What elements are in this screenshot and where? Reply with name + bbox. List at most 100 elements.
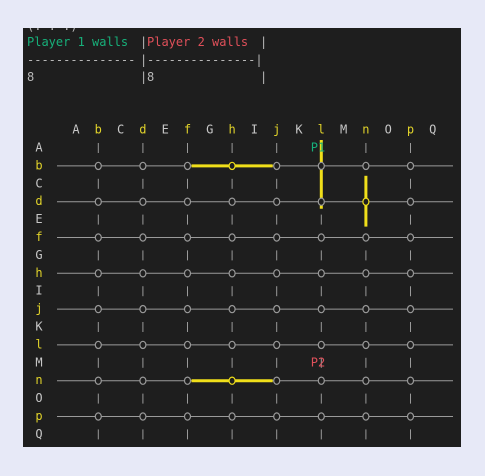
grid-node bbox=[228, 304, 236, 314]
grid-node bbox=[362, 161, 370, 171]
grid-node bbox=[317, 412, 325, 421]
wall-node bbox=[228, 161, 236, 171]
grid-node bbox=[94, 412, 102, 421]
wall-node bbox=[228, 376, 236, 385]
grid-node bbox=[273, 304, 281, 314]
grid-node bbox=[406, 269, 415, 278]
grid-node bbox=[183, 269, 192, 278]
grid-node bbox=[273, 233, 281, 242]
grid-node bbox=[273, 376, 281, 385]
grid-node bbox=[317, 197, 325, 206]
row-label: b bbox=[35, 158, 42, 172]
row-label: I bbox=[35, 284, 42, 298]
column-label: l bbox=[318, 123, 325, 137]
grid-node bbox=[273, 161, 281, 171]
row-label: G bbox=[35, 248, 42, 262]
grid-node bbox=[317, 269, 325, 278]
row-label: n bbox=[35, 373, 42, 387]
grid-node bbox=[406, 161, 415, 171]
grid-node bbox=[406, 376, 415, 385]
row-label: l bbox=[35, 337, 42, 351]
column-label: K bbox=[295, 123, 303, 137]
row-label: h bbox=[35, 266, 42, 280]
grid-node bbox=[94, 197, 102, 206]
column-label: b bbox=[95, 123, 102, 137]
row-label: E bbox=[35, 212, 42, 226]
grid-node bbox=[273, 269, 281, 278]
grid-node bbox=[228, 269, 236, 278]
grid-node bbox=[362, 340, 370, 350]
row-label: f bbox=[35, 230, 42, 244]
grid-node bbox=[317, 340, 325, 350]
grid-node bbox=[183, 412, 192, 421]
column-label: E bbox=[162, 123, 169, 137]
grid-node bbox=[94, 376, 102, 385]
row-label: O bbox=[35, 391, 42, 405]
column-label: M bbox=[340, 123, 347, 137]
column-label: p bbox=[407, 123, 414, 137]
grid-node bbox=[406, 412, 415, 421]
grid-node bbox=[406, 340, 415, 350]
row-label: C bbox=[35, 176, 42, 190]
grid-node bbox=[139, 233, 147, 242]
row-label: j bbox=[35, 302, 42, 316]
grid-node bbox=[362, 304, 370, 314]
grid-node bbox=[94, 304, 102, 314]
grid-node bbox=[183, 161, 192, 171]
grid-node bbox=[139, 340, 147, 350]
row-label: Q bbox=[35, 427, 42, 441]
grid-node bbox=[362, 233, 370, 242]
grid-node bbox=[317, 376, 325, 385]
grid-node bbox=[317, 233, 325, 242]
column-label: I bbox=[251, 123, 258, 137]
grid-node bbox=[273, 412, 281, 421]
column-label: n bbox=[362, 123, 369, 137]
grid-node bbox=[406, 304, 415, 314]
grid-node bbox=[183, 197, 192, 206]
grid-node bbox=[406, 197, 415, 206]
grid-node bbox=[228, 233, 236, 242]
grid-node bbox=[183, 233, 192, 242]
grid-node bbox=[139, 161, 147, 171]
grid-node bbox=[317, 161, 325, 171]
grid-node bbox=[139, 376, 147, 385]
grid-node bbox=[139, 412, 147, 421]
grid-node bbox=[94, 233, 102, 242]
grid-node bbox=[139, 269, 147, 278]
grid-node bbox=[183, 304, 192, 314]
column-label: O bbox=[385, 123, 392, 137]
wall-node bbox=[362, 197, 370, 206]
grid-node bbox=[183, 376, 192, 385]
grid-node bbox=[406, 233, 415, 242]
row-label: K bbox=[35, 320, 43, 334]
column-label: Q bbox=[429, 123, 436, 137]
column-label: j bbox=[273, 123, 280, 137]
grid-node bbox=[228, 197, 236, 206]
player-1-pawn: P1 bbox=[311, 141, 325, 155]
grid-node bbox=[273, 197, 281, 206]
game-board: Ab Cd Ef Gh Ij Kl Mn Op QAbCdEfGhIjKlMnOpQP1P2 bbox=[35, 123, 453, 441]
grid-node bbox=[228, 340, 236, 350]
row-label: p bbox=[35, 409, 42, 423]
column-label: C bbox=[117, 123, 124, 137]
grid-node bbox=[94, 269, 102, 278]
column-label: h bbox=[228, 123, 235, 137]
grid-node bbox=[362, 412, 370, 421]
grid-node bbox=[273, 340, 281, 350]
grid-node bbox=[94, 340, 102, 350]
column-label: A bbox=[72, 123, 80, 137]
grid-node bbox=[139, 304, 147, 314]
grid-node bbox=[139, 197, 147, 206]
row-label: d bbox=[35, 194, 42, 208]
row-label: A bbox=[35, 141, 43, 155]
player-2-pawn: P2 bbox=[311, 355, 325, 369]
grid-node bbox=[362, 269, 370, 278]
row-label: M bbox=[35, 355, 42, 369]
grid-node bbox=[362, 376, 370, 385]
grid-node bbox=[317, 304, 325, 314]
column-label: G bbox=[206, 123, 213, 137]
grid-node bbox=[94, 161, 102, 171]
grid-node bbox=[228, 412, 236, 421]
column-label: d bbox=[139, 123, 146, 137]
terminal-window: (. . .) Player 1 walls | Player 2 walls … bbox=[23, 28, 461, 447]
